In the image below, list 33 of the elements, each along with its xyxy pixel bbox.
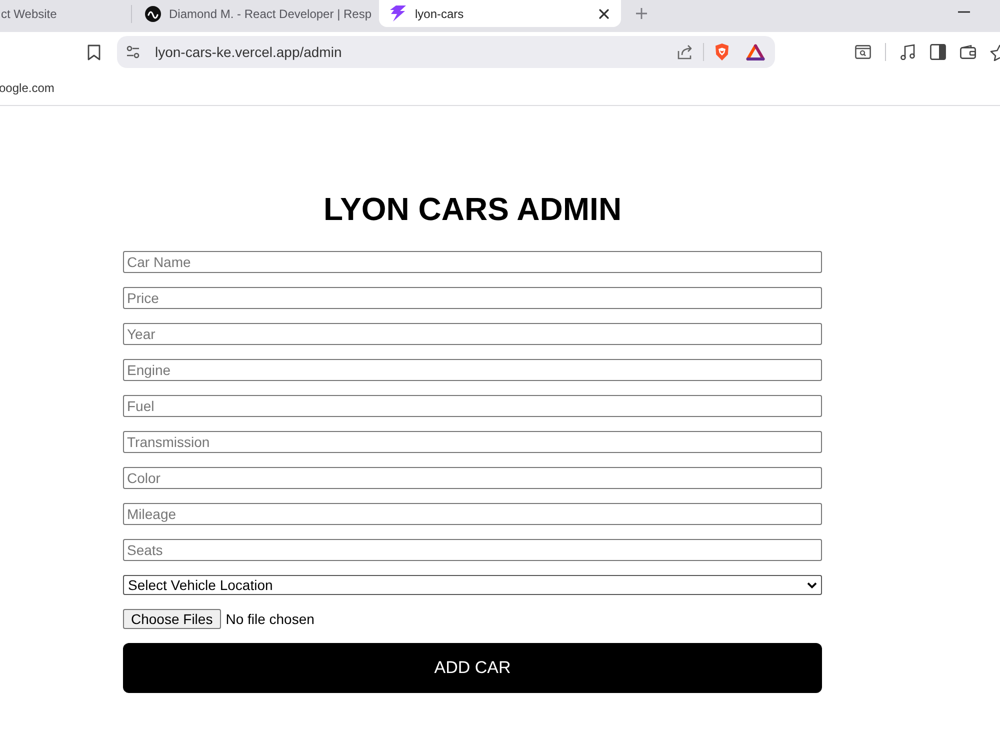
choose-files-button[interactable]: Choose Files: [123, 609, 221, 629]
address-bar[interactable]: lyon-cars-ke.vercel.app/admin: [117, 36, 775, 68]
file-status-text: No file chosen: [226, 611, 314, 627]
input-field[interactable]: Price: [123, 287, 822, 309]
sidebar-icon[interactable]: [930, 44, 946, 60]
window-search-icon[interactable]: [855, 45, 871, 59]
input-field[interactable]: Car Name: [123, 251, 822, 273]
browser-tab[interactable]: lyon-cars: [379, 0, 621, 27]
browser-tab[interactable]: ct Website: [0, 0, 130, 27]
input-field[interactable]: Transmission: [123, 431, 822, 453]
triangle-icon[interactable]: [746, 44, 765, 60]
bookmark-icon[interactable]: [87, 44, 101, 60]
add-car-button[interactable]: ADD CAR: [123, 643, 822, 693]
input-field[interactable]: Fuel: [123, 395, 822, 417]
input-field[interactable]: Seats: [123, 539, 822, 561]
close-icon[interactable]: [598, 8, 610, 20]
minimize-icon[interactable]: [958, 11, 970, 13]
share-icon[interactable]: [677, 44, 693, 60]
settings-icon[interactable]: [126, 45, 140, 59]
lightning-icon: [389, 5, 407, 22]
page-title: LYON CARS ADMIN: [322, 191, 623, 228]
input-field[interactable]: Engine: [123, 359, 822, 381]
input-field[interactable]: Mileage: [123, 503, 822, 525]
wallet-icon[interactable]: [960, 45, 976, 59]
input-field[interactable]: Year: [123, 323, 822, 345]
caret-icon: [807, 582, 817, 588]
location-select[interactable]: Select Vehicle Location: [123, 575, 822, 595]
logo-icon: [145, 6, 161, 22]
browser-tab[interactable]: Diamond M. - React Developer | Resp: [135, 0, 377, 27]
music-note-icon[interactable]: [900, 44, 916, 60]
plus-icon[interactable]: [635, 7, 648, 20]
input-field[interactable]: Color: [123, 467, 822, 489]
shield-icon[interactable]: [714, 43, 730, 61]
